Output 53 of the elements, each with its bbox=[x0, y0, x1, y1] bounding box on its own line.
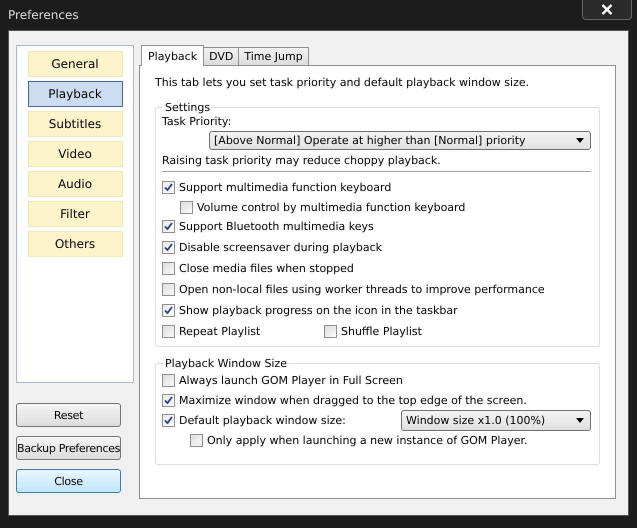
checkbox[interactable] bbox=[162, 262, 175, 275]
checkbox[interactable] bbox=[162, 220, 175, 233]
tab[interactable]: Time Jump bbox=[238, 47, 309, 65]
dropdown-value: [Above Normal] Operate at higher than [Normal] priority bbox=[214, 134, 526, 147]
checkbox-label: Maximize window when dragged to the top edge of the screen. bbox=[179, 394, 527, 406]
checkbox-label: Always launch GOM Player in Full Screen bbox=[179, 374, 403, 386]
checkbox[interactable] bbox=[162, 325, 175, 338]
checkbox[interactable] bbox=[162, 414, 175, 426]
close-icon bbox=[601, 4, 613, 15]
checkbox[interactable] bbox=[324, 325, 337, 338]
intro-text: This tab lets you set task priority and default playback window size. bbox=[155, 76, 530, 89]
tab[interactable]: DVD bbox=[203, 47, 240, 65]
category-item[interactable]: Filter bbox=[28, 201, 122, 227]
dropdown-value: Window size x1.0 (100%) bbox=[406, 414, 546, 426]
dialog-button[interactable]: Close bbox=[16, 469, 121, 493]
window-size-dropdown[interactable]: Window size x1.0 (100%) bbox=[401, 410, 591, 430]
checkbox[interactable] bbox=[180, 200, 193, 214]
priority-dropdown[interactable]: [Above Normal] Operate at higher than [Normal] priority bbox=[209, 131, 591, 150]
group-title: Playback Window Size bbox=[164, 357, 288, 370]
checkbox-label: Disable screensaver during playback bbox=[179, 241, 382, 254]
checkbox[interactable] bbox=[162, 374, 175, 386]
checkbox-label: Volume control by multimedia function keyboard bbox=[197, 200, 466, 214]
category-item[interactable]: General bbox=[28, 51, 122, 77]
checkbox-label: Open non-local files using worker threads to improve performance bbox=[179, 283, 545, 296]
dropdown-arrow-icon bbox=[576, 138, 584, 143]
dialog-button[interactable]: Reset bbox=[16, 403, 121, 427]
checkbox[interactable] bbox=[162, 283, 175, 296]
checkbox-label: Only apply when launching a new instance of GOM Player. bbox=[207, 434, 528, 446]
checkbox-label: Shuffle Playlist bbox=[341, 325, 422, 338]
checkbox-label: Close media files when stopped bbox=[179, 262, 354, 275]
field-label: Task Priority: bbox=[162, 115, 232, 128]
group-title: Settings bbox=[164, 101, 212, 114]
checkbox-label: Repeat Playlist bbox=[179, 325, 260, 338]
checkbox-label: Show playback progress on the icon in the taskbar bbox=[179, 304, 458, 317]
hint-text: Raising task priority may reduce choppy playback. bbox=[162, 154, 442, 167]
checkbox-label: Default playback window size: bbox=[179, 414, 346, 426]
checkbox-label: Support multimedia function keyboard bbox=[179, 181, 392, 194]
checkbox[interactable] bbox=[162, 304, 175, 317]
window-title: Preferences bbox=[8, 8, 79, 22]
checkbox[interactable] bbox=[162, 394, 175, 406]
category-item[interactable]: Video bbox=[28, 141, 122, 167]
checkbox-label: Support Bluetooth multimedia keys bbox=[179, 220, 374, 233]
tab[interactable]: Playback bbox=[141, 45, 204, 66]
dialog-button[interactable]: Backup Preferences bbox=[16, 436, 121, 460]
checkbox[interactable] bbox=[162, 241, 175, 254]
category-item[interactable]: Subtitles bbox=[28, 111, 122, 137]
dropdown-arrow-icon bbox=[576, 418, 584, 422]
checkbox[interactable] bbox=[190, 434, 203, 446]
checkbox[interactable] bbox=[162, 181, 175, 194]
category-item[interactable]: Others bbox=[28, 231, 122, 257]
category-item[interactable]: Playback bbox=[28, 81, 122, 107]
category-item[interactable]: Audio bbox=[28, 171, 122, 197]
close-button[interactable] bbox=[582, 0, 632, 20]
